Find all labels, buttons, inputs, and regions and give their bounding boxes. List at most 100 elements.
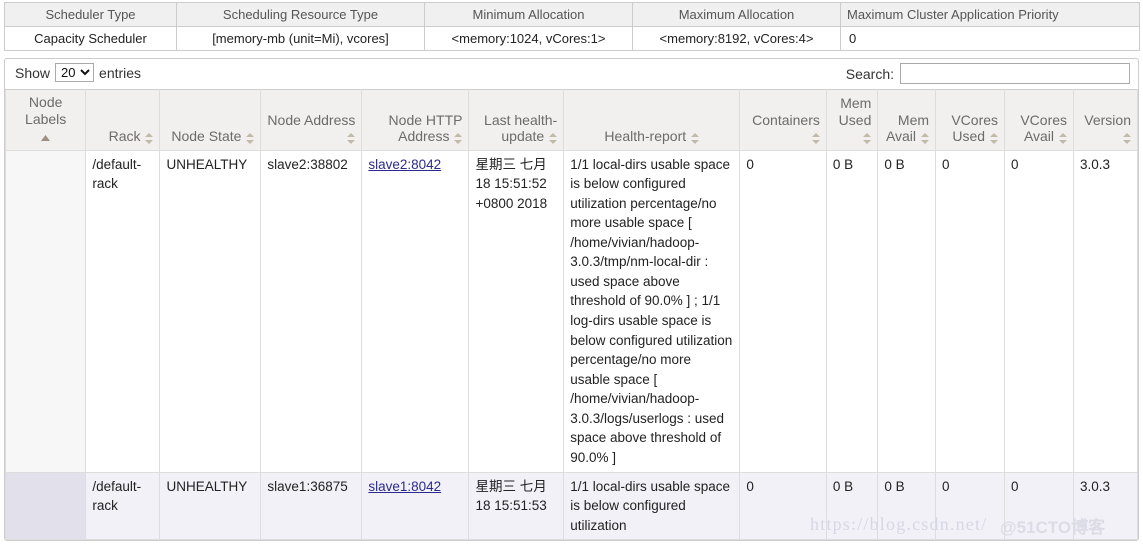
column-header-node-http-address[interactable]: Node HTTP Address — [361, 89, 470, 151]
scheduler-type-value: Capacity Scheduler — [4, 26, 177, 51]
column-header-version[interactable]: Version — [1073, 89, 1138, 151]
nodes-panel: Show 20 entries Search: Node Labels Rack… — [4, 58, 1139, 542]
sort-icon — [245, 132, 255, 144]
sort-icon — [690, 132, 699, 144]
cell-rack: /default-rack — [85, 149, 161, 473]
sort-icon — [144, 132, 154, 144]
nodes-table: Node Labels Rack Node State Node Address… — [4, 89, 1138, 541]
sort-icon — [989, 132, 999, 144]
entries-length-control: Show 20 entries — [15, 63, 141, 82]
sort-icon — [1058, 132, 1068, 144]
cell-version: 3.0.3 — [1073, 149, 1138, 473]
sort-ascending-icon — [41, 128, 51, 145]
sort-icon — [811, 132, 820, 144]
cell-rack: /default-rack — [85, 471, 161, 541]
column-header-rack[interactable]: Rack — [85, 89, 161, 151]
cell-health-report: 1/1 local-dirs usable space is below con… — [563, 471, 741, 541]
search-input[interactable] — [900, 63, 1130, 84]
cell-vcores-avail: 0 — [1004, 471, 1075, 541]
node-http-address-link[interactable]: slave2:8042 — [368, 157, 441, 172]
search-control: Search: — [846, 63, 1130, 84]
cell-vcores-avail: 0 — [1004, 149, 1075, 473]
column-header-vcores-used[interactable]: VCores Used — [935, 89, 1006, 151]
cell-last-health-update: 星期三 七月 18 15:51:52 +0800 2018 — [468, 149, 565, 473]
entries-label: entries — [99, 64, 142, 81]
node-address-header-text: Node Address — [267, 111, 356, 128]
cell-health-report: 1/1 local-dirs usable space is below con… — [563, 149, 741, 473]
datatable-controls: Show 20 entries Search: — [5, 59, 1138, 89]
cell-node-labels — [4, 149, 87, 473]
column-header-node-address[interactable]: Node Address — [260, 89, 363, 151]
column-header-mem-used[interactable]: Mem Used — [825, 89, 879, 151]
sort-icon — [862, 132, 872, 144]
maximum-cluster-application-priority-header: Maximum Cluster Application Priority — [840, 2, 1140, 27]
version-header-text: Version — [1084, 111, 1131, 128]
scheduler-metrics-header-row: Scheduler Type Scheduling Resource Type … — [4, 2, 1140, 27]
cell-node-http-address: slave1:8042 — [361, 471, 470, 541]
scheduler-metrics-table: Scheduler Type Scheduling Resource Type … — [4, 2, 1140, 51]
mem-used-header-label: Mem Used — [833, 95, 872, 145]
node-address-header-label: Node Address — [267, 112, 355, 145]
cell-containers: 0 — [739, 471, 827, 541]
vcores-avail-header-label: VCores Avail — [1011, 112, 1068, 145]
cell-version: 3.0.3 — [1073, 471, 1138, 541]
column-header-node-state[interactable]: Node State — [159, 89, 262, 151]
maximum-allocation-header: Maximum Allocation — [632, 2, 841, 27]
scheduler-metrics-section: Scheduler Type Scheduling Resource Type … — [0, 0, 1143, 51]
node-http-address-header-text: Node HTTP Address — [388, 111, 463, 145]
maximum-allocation-value: <memory:8192, vCores:4> — [632, 26, 841, 51]
mem-avail-header-label: Mem Avail — [884, 112, 930, 145]
table-row[interactable]: /default-rack UNHEALTHY slave1:36875 sla… — [4, 471, 1138, 541]
health-report-header-label: Health-report — [570, 128, 733, 145]
scheduler-type-header: Scheduler Type — [4, 2, 177, 27]
cell-vcores-used: 0 — [935, 471, 1006, 541]
sort-icon — [346, 132, 356, 144]
search-label: Search: — [845, 65, 894, 82]
rack-header-label: Rack — [92, 128, 154, 145]
cell-vcores-used: 0 — [935, 149, 1006, 473]
cell-node-state: UNHEALTHY — [159, 471, 262, 541]
cell-node-address: slave1:36875 — [260, 471, 363, 541]
column-header-last-health-update[interactable]: Last health-update — [468, 89, 565, 151]
nodes-table-body: /default-rack UNHEALTHY slave2:38802 sla… — [4, 149, 1138, 541]
scheduling-resource-type-value: [memory-mb (unit=Mi), vcores] — [176, 26, 425, 51]
column-header-vcores-avail[interactable]: VCores Avail — [1004, 89, 1075, 151]
entries-select[interactable]: 20 — [55, 63, 95, 82]
column-header-mem-avail[interactable]: Mem Avail — [877, 89, 937, 151]
cell-mem-avail: 0 B — [877, 149, 937, 473]
last-health-update-header-label: Last health-update — [475, 112, 558, 145]
node-state-header-label: Node State — [166, 128, 255, 145]
nodes-header-row: Node Labels Rack Node State Node Address… — [4, 89, 1138, 151]
node-http-address-link[interactable]: slave1:8042 — [368, 479, 441, 494]
column-header-node-labels[interactable]: Node Labels — [4, 89, 87, 151]
cell-containers: 0 — [739, 149, 827, 473]
rack-header-text: Rack — [108, 128, 141, 145]
vcores-used-header-label: VCores Used — [942, 112, 999, 145]
sort-icon — [453, 132, 463, 144]
node-state-header-text: Node State — [171, 128, 242, 145]
cell-node-labels — [4, 471, 87, 541]
table-row[interactable]: /default-rack UNHEALTHY slave2:38802 sla… — [4, 149, 1138, 473]
health-report-header-text: Health-report — [604, 128, 687, 145]
cell-mem-used: 0 B — [825, 149, 879, 473]
scheduler-metrics-row: Capacity Scheduler [memory-mb (unit=Mi),… — [4, 26, 1140, 51]
mem-used-header-text: Mem Used — [838, 95, 872, 128]
sort-icon — [920, 132, 930, 144]
cell-last-health-update: 星期三 七月 18 15:51:53 — [468, 471, 565, 541]
node-http-address-header-label: Node HTTP Address — [368, 111, 463, 145]
scheduling-resource-type-header: Scheduling Resource Type — [176, 2, 425, 27]
sort-icon — [548, 132, 558, 144]
minimum-allocation-value: <memory:1024, vCores:1> — [424, 26, 633, 51]
cell-node-http-address: slave2:8042 — [361, 149, 470, 473]
containers-header-text: Containers — [752, 111, 820, 128]
sort-icon — [1122, 132, 1131, 144]
containers-header-label: Containers — [746, 112, 820, 145]
maximum-cluster-application-priority-value: 0 — [840, 26, 1140, 51]
cell-mem-avail: 0 B — [877, 471, 937, 541]
column-header-containers[interactable]: Containers — [739, 89, 827, 151]
column-header-health-report[interactable]: Health-report — [563, 89, 741, 151]
cell-node-address: slave2:38802 — [260, 149, 363, 473]
version-header-label: Version — [1080, 112, 1131, 145]
cell-node-state: UNHEALTHY — [159, 149, 262, 473]
cell-mem-used: 0 B — [825, 471, 879, 541]
